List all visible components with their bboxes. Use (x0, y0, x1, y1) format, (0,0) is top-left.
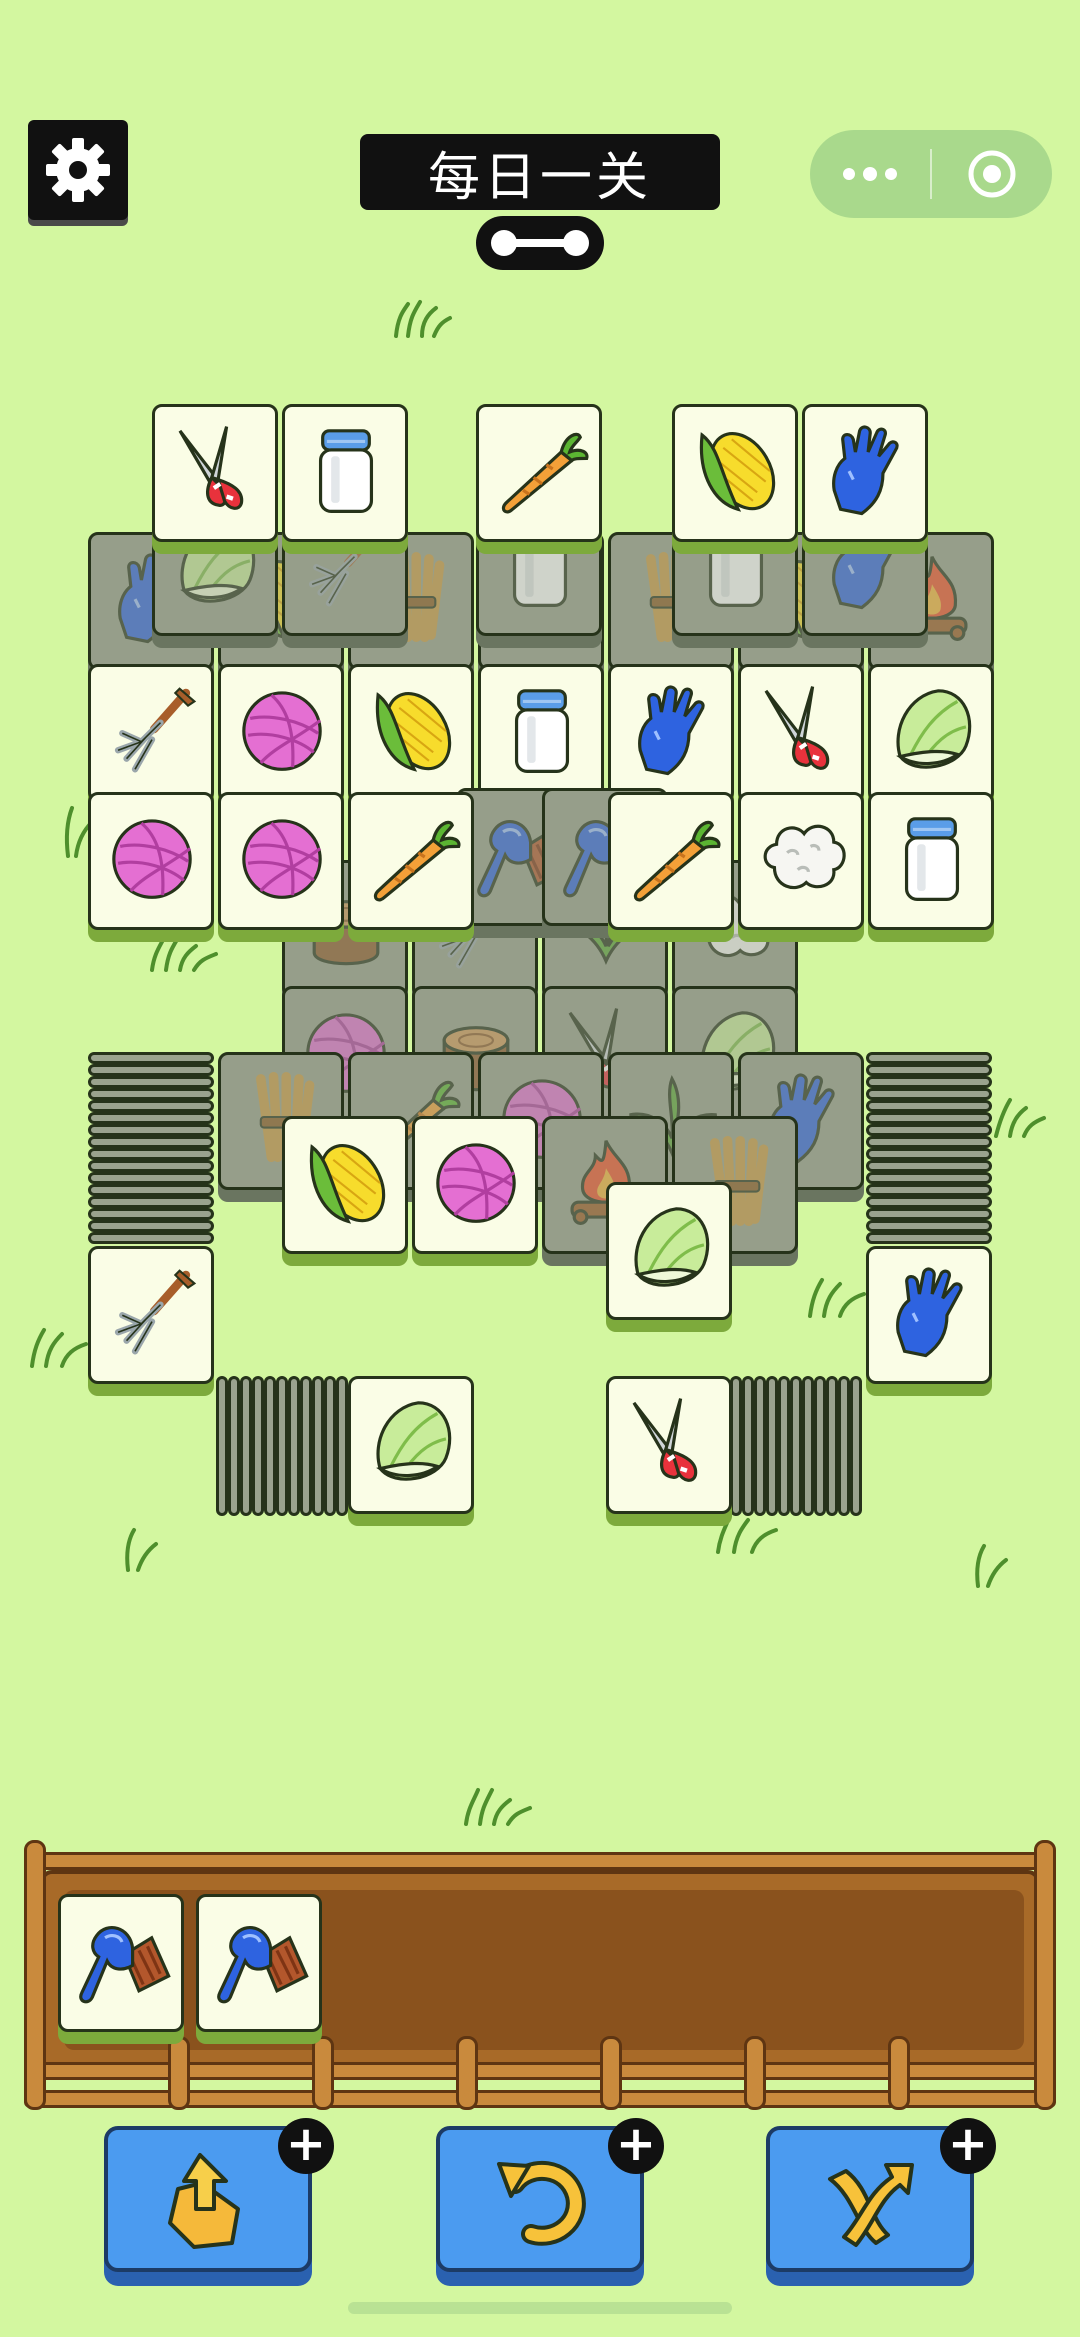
move-out-icon (168, 2153, 240, 2249)
tile-corn[interactable] (348, 664, 474, 802)
corn-icon (293, 1125, 399, 1237)
tile-milk-jar[interactable] (282, 404, 408, 542)
tile-shears[interactable] (152, 404, 278, 542)
level-title: 每日一关 (360, 134, 720, 210)
grass-decoration (125, 1528, 158, 1572)
tile-corn[interactable] (282, 1116, 408, 1254)
grass-decoration (975, 1544, 1008, 1588)
settings-button[interactable] (28, 120, 128, 220)
tile-yarn[interactable] (218, 792, 344, 930)
carrot-icon (487, 413, 593, 525)
level-progress (476, 216, 604, 270)
cabbage-icon (879, 673, 985, 785)
tile-carrot[interactable] (608, 792, 734, 930)
shuffle-plus[interactable]: + (940, 2118, 996, 2174)
yarn-icon (229, 801, 335, 913)
target-circle-icon (968, 150, 1016, 198)
undo-plus[interactable]: + (608, 2118, 664, 2174)
tile-cabbage[interactable] (348, 1376, 474, 1514)
shuffle-icon (828, 2163, 914, 2247)
fence-post (456, 2036, 478, 2110)
tile-shears[interactable] (606, 1376, 732, 1514)
fence-post (312, 2036, 334, 2110)
fork-icon (99, 1255, 205, 1367)
glove-icon (813, 413, 919, 525)
tile-milk-jar[interactable] (478, 664, 604, 802)
fence-post (1034, 1840, 1056, 2110)
shears-icon (617, 1385, 723, 1497)
grass-decoration (994, 1098, 1046, 1138)
shears-icon (749, 673, 855, 785)
fence-post (24, 1840, 46, 2110)
grass-decoration (150, 936, 218, 972)
tile-yarn[interactable] (218, 664, 344, 802)
tile-shears[interactable] (738, 664, 864, 802)
brush-icon (69, 1903, 175, 2015)
tile-glove[interactable] (866, 1246, 992, 1384)
home-indicator (348, 2302, 732, 2314)
grass-decoration (464, 1788, 532, 1826)
tray-tile-brush (196, 1894, 322, 2032)
glove-icon (877, 1255, 983, 1367)
cabbage-icon (617, 1191, 723, 1303)
cotton-icon (749, 801, 855, 913)
tile-cabbage[interactable] (868, 664, 994, 802)
fence-post (888, 2036, 910, 2110)
yarn-icon (423, 1125, 529, 1237)
gear-icon (46, 138, 110, 202)
milk-jar-icon (293, 413, 399, 525)
brush-icon (207, 1903, 313, 2015)
corn-icon (683, 413, 789, 525)
carrot-icon (359, 801, 465, 913)
tile-yarn[interactable] (412, 1116, 538, 1254)
grass-decoration (30, 1328, 88, 1368)
tile-fork[interactable] (88, 664, 214, 802)
yarn-icon (229, 673, 335, 785)
glove-icon (619, 673, 725, 785)
fence-post (744, 2036, 766, 2110)
tile-cotton[interactable] (738, 792, 864, 930)
tile-glove[interactable] (802, 404, 928, 542)
fence-post (168, 2036, 190, 2110)
shears-icon (163, 413, 269, 525)
close-miniprogram-button[interactable] (932, 130, 1052, 218)
miniprogram-capsule (810, 130, 1052, 218)
grass-decoration (394, 300, 452, 338)
more-dots-icon (843, 167, 897, 181)
tile-corn[interactable] (672, 404, 798, 542)
carrot-icon (619, 801, 725, 913)
grass-decoration (808, 1278, 866, 1318)
fence-post (600, 2036, 622, 2110)
tile-carrot[interactable] (476, 404, 602, 542)
tile-milk-jar[interactable] (868, 792, 994, 930)
yarn-icon (99, 801, 205, 913)
more-menu-button[interactable] (810, 130, 930, 218)
corn-icon (359, 673, 465, 785)
tile-fork[interactable] (88, 1246, 214, 1384)
milk-jar-icon (879, 801, 985, 913)
fork-icon (99, 673, 205, 785)
tile-glove[interactable] (608, 664, 734, 802)
tray-tile-brush (58, 1894, 184, 2032)
cabbage-icon (359, 1385, 465, 1497)
move-out-plus[interactable]: + (278, 2118, 334, 2174)
tile-carrot[interactable] (348, 792, 474, 930)
tile-cabbage[interactable] (606, 1182, 732, 1320)
undo-icon (497, 2160, 586, 2246)
milk-jar-icon (489, 673, 595, 785)
progress-indicator-icon (491, 230, 589, 256)
tile-yarn[interactable] (88, 792, 214, 930)
fence-rail (24, 1852, 1056, 1870)
